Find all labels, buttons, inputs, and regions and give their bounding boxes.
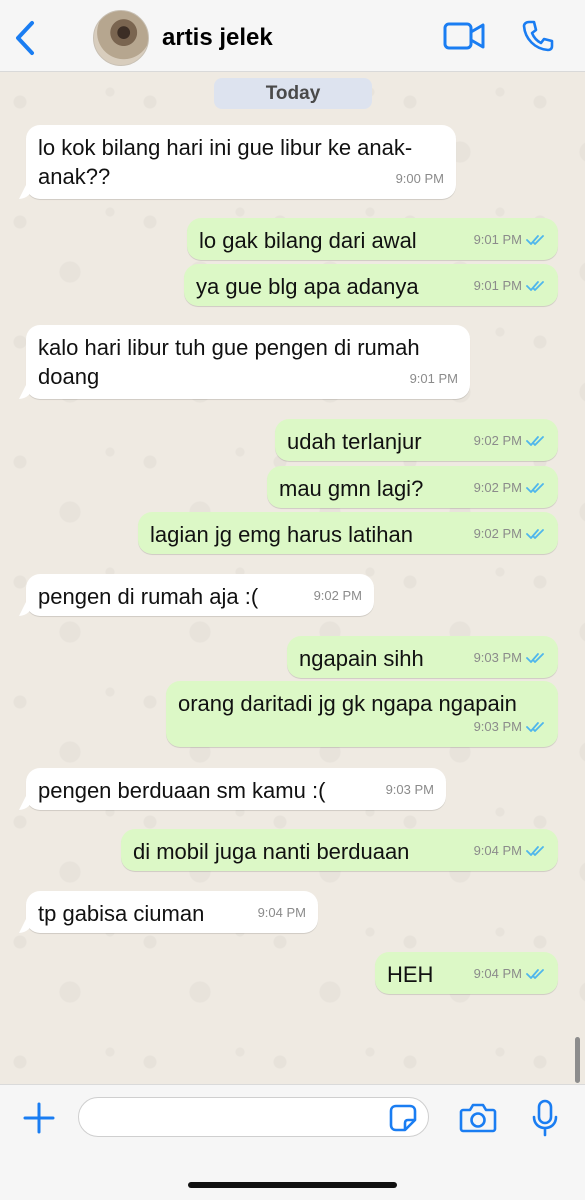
message-outgoing[interactable]: ya gue blg apa adanya 9:01 PM [184,264,558,306]
message-outgoing[interactable]: mau gmn lagi? 9:02 PM [267,466,558,508]
double-check-icon [526,968,544,979]
chat-header: artis jelek [0,0,585,72]
double-check-icon [526,652,544,663]
double-check-icon [526,435,544,446]
message-outgoing[interactable]: di mobil juga nanti berduaan 9:04 PM [121,829,558,871]
video-camera-icon [443,22,485,50]
message-text: orang daritadi jg gk ngapa ngapain [178,691,517,716]
sticker-icon [389,1104,417,1132]
microphone-button[interactable] [527,1097,563,1139]
message-time: 9:03 PM [473,719,522,734]
double-check-icon [526,482,544,493]
message-text: tp gabisa ciuman [38,901,205,926]
message-time: 9:04 PM [473,966,522,981]
voice-call-button[interactable] [516,14,560,58]
message-outgoing[interactable]: udah terlanjur 9:02 PM [275,419,558,461]
message-outgoing[interactable]: lagian jg emg harus latihan 9:02 PM [138,512,558,554]
message-incoming[interactable]: kalo hari libur tuh gue pengen di rumah … [26,325,470,399]
plus-icon [23,1102,55,1134]
message-text: kalo hari libur tuh gue pengen di rumah … [38,335,420,389]
double-check-icon [526,280,544,291]
camera-icon [459,1103,497,1133]
message-time: 9:01 PM [409,371,458,386]
date-separator: Today [214,78,372,109]
camera-button[interactable] [456,1099,500,1137]
phone-icon [522,20,554,52]
message-time: 9:03 PM [473,650,522,665]
message-time: 9:01 PM [473,232,522,247]
message-text: mau gmn lagi? [279,476,424,501]
attach-button[interactable] [20,1099,58,1137]
contact-name[interactable]: artis jelek [162,24,273,52]
chevron-left-icon [16,21,34,55]
message-text: HEH [387,962,434,987]
message-text: pengen di rumah aja :( [38,584,259,609]
double-check-icon [526,721,544,732]
double-check-icon [526,528,544,539]
message-incoming[interactable]: tp gabisa ciuman 9:04 PM [26,891,318,933]
chat-area[interactable]: Today lo kok bilang hari ini gue libur k… [0,72,585,1084]
message-text: pengen berduaan sm kamu :( [38,778,326,803]
message-incoming[interactable]: pengen berduaan sm kamu :( 9:03 PM [26,768,446,810]
message-outgoing[interactable]: orang daritadi jg gk ngapa ngapain 9:03 … [166,681,558,747]
avatar[interactable] [93,10,149,66]
message-time: 9:02 PM [473,433,522,448]
message-time: 9:02 PM [473,526,522,541]
message-time: 9:04 PM [473,843,522,858]
double-check-icon [526,845,544,856]
video-call-button[interactable] [440,16,488,56]
scrollbar[interactable] [575,1037,580,1083]
sticker-button[interactable] [386,1101,420,1135]
message-text: di mobil juga nanti berduaan [133,839,410,864]
message-incoming[interactable]: pengen di rumah aja :( 9:02 PM [26,574,374,616]
message-text: ngapain sihh [299,646,424,671]
back-button[interactable] [8,18,42,58]
home-indicator[interactable] [188,1182,397,1188]
message-text: lagian jg emg harus latihan [150,522,413,547]
message-time: 9:01 PM [473,278,522,293]
message-time: 9:03 PM [385,782,434,797]
composer-bar [0,1084,585,1200]
message-outgoing[interactable]: ngapain sihh 9:03 PM [287,636,558,678]
message-incoming[interactable]: lo kok bilang hari ini gue libur ke anak… [26,125,456,199]
message-text: lo kok bilang hari ini gue libur ke anak… [38,135,413,189]
double-check-icon [526,234,544,245]
message-time: 9:00 PM [395,171,444,186]
message-input[interactable] [78,1097,429,1137]
microphone-icon [532,1099,558,1137]
message-time: 9:04 PM [257,905,306,920]
message-time: 9:02 PM [313,588,362,603]
message-text: udah terlanjur [287,429,422,454]
message-text: lo gak bilang dari awal [199,228,417,253]
message-outgoing[interactable]: HEH 9:04 PM [375,952,558,994]
message-text: ya gue blg apa adanya [196,274,419,299]
message-outgoing[interactable]: lo gak bilang dari awal 9:01 PM [187,218,558,260]
message-time: 9:02 PM [473,480,522,495]
